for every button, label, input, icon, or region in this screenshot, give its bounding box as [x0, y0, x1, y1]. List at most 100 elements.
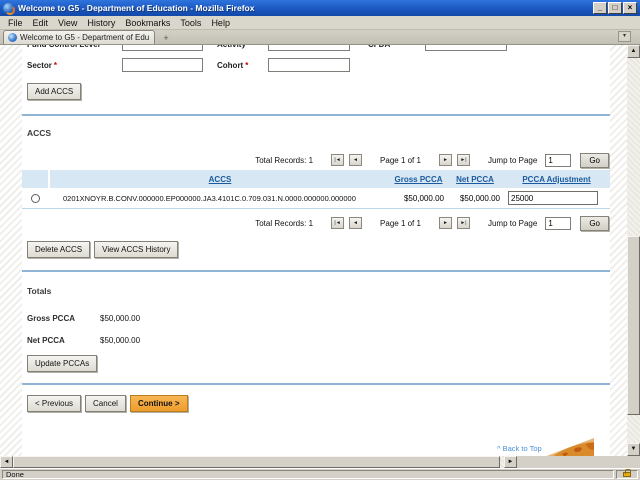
jump-to-page-input[interactable] — [545, 217, 571, 230]
page-viewport: Fund Control Level Activity CFDA Sector*… — [0, 45, 627, 456]
first-page-button[interactable]: |◄ — [331, 217, 344, 229]
scroll-up-icon[interactable]: ▲ — [627, 45, 640, 58]
gross-pcca-total-row: Gross PCCA $50,000.00 — [22, 314, 610, 323]
jump-to-page-label: Jump to Page — [488, 156, 537, 165]
activity-input[interactable] — [268, 45, 350, 51]
continue-button[interactable]: Continue > — [130, 395, 188, 412]
ed-swoosh-graphic — [544, 436, 594, 456]
horizontal-scrollbar-thumb[interactable] — [13, 456, 500, 468]
pcca-adjustment-sort-link[interactable]: PCCA Adjustment — [522, 175, 590, 184]
cfda-input[interactable] — [425, 45, 507, 51]
next-page-button[interactable]: ► — [439, 217, 452, 229]
net-pcca-total-label: Net PCCA — [27, 336, 100, 345]
page-status: Page 1 of 1 — [380, 156, 421, 165]
required-marker: * — [54, 61, 57, 70]
status-text: Done — [2, 470, 614, 479]
cancel-button[interactable]: Cancel — [85, 395, 126, 412]
scroll-right-icon[interactable]: ► — [504, 456, 517, 468]
pcca-adjustment-cell — [503, 191, 610, 205]
first-page-button[interactable]: |◄ — [331, 154, 344, 166]
row-select-radio[interactable] — [31, 194, 40, 203]
gross-pcca-total-label: Gross PCCA — [27, 314, 100, 323]
new-tab-button[interactable]: + — [158, 32, 174, 44]
minimize-button[interactable]: _ — [593, 2, 607, 14]
last-page-button[interactable]: ►| — [457, 154, 470, 166]
vertical-scrollbar[interactable]: ▲ ▼ — [627, 45, 640, 456]
net-pcca-value: $50,000.00 — [447, 194, 503, 203]
net-pcca-sort-link[interactable]: Net PCCA — [456, 175, 494, 184]
gross-pcca-sort-link[interactable]: Gross PCCA — [394, 175, 442, 184]
menu-bookmarks[interactable]: Bookmarks — [120, 18, 175, 28]
pcca-adjustment-input[interactable] — [508, 191, 598, 205]
gross-pcca-value: $50,000.00 — [390, 194, 447, 203]
scroll-left-icon[interactable]: ◄ — [0, 456, 13, 468]
accs-actions-row: Delete ACCS View ACCS History — [22, 241, 610, 258]
form-row-sector-cohort: Sector* Cohort* — [22, 57, 610, 73]
prev-page-button[interactable]: ◄ — [349, 217, 362, 229]
net-pcca-total-value: $50,000.00 — [100, 336, 140, 345]
menu-view[interactable]: View — [53, 18, 82, 28]
active-tab[interactable]: Welcome to G5 - Department of Edu... — [3, 30, 155, 44]
last-page-button[interactable]: ►| — [457, 217, 470, 229]
jump-to-page-input[interactable] — [545, 154, 571, 167]
add-accs-button[interactable]: Add ACCS — [27, 83, 81, 100]
prev-page-button[interactable]: ◄ — [349, 154, 362, 166]
total-records-label: Total Records: 1 — [255, 219, 313, 228]
previous-button[interactable]: < Previous — [27, 395, 81, 412]
gross-pcca-column-header: Gross PCCA — [390, 175, 447, 184]
right-margin-stripes — [610, 45, 627, 456]
restore-button[interactable]: □ — [608, 2, 622, 14]
jump-to-page-label: Jump to Page — [488, 219, 537, 228]
update-pccas-button[interactable]: Update PCCAs — [27, 355, 97, 372]
sector-input[interactable] — [122, 58, 203, 72]
scroll-down-icon[interactable]: ▼ — [627, 443, 640, 456]
required-marker: * — [245, 61, 248, 70]
close-button[interactable]: × — [623, 2, 637, 14]
menu-history[interactable]: History — [82, 18, 120, 28]
scrollbar-corner — [627, 456, 640, 468]
activity-label: Activity — [217, 45, 268, 49]
cohort-label: Cohort* — [217, 61, 268, 70]
cohort-input[interactable] — [268, 58, 350, 72]
update-pccas-row: Update PCCAs — [22, 355, 610, 372]
lock-icon — [623, 472, 631, 477]
menu-tools[interactable]: Tools — [175, 18, 206, 28]
list-all-tabs-button[interactable]: ▾ — [618, 31, 631, 42]
total-records-label: Total Records: 1 — [255, 156, 313, 165]
sector-label: Sector* — [27, 61, 122, 70]
view-accs-history-button[interactable]: View ACCS History — [94, 241, 178, 258]
delete-accs-button[interactable]: Delete ACCS — [27, 241, 90, 258]
add-accs-row: Add ACCS — [22, 83, 610, 100]
page-content: Fund Control Level Activity CFDA Sector*… — [22, 45, 610, 456]
go-button[interactable]: Go — [580, 153, 609, 168]
horizontal-scrollbar[interactable]: ◄ ► — [0, 456, 627, 468]
accs-code-value: 0201XNOYR.B.CONV.000000.EP000000.JA3.410… — [50, 194, 390, 203]
back-to-top-link[interactable]: ^ Back to Top — [497, 444, 542, 453]
section-divider — [22, 270, 610, 272]
cfda-label: CFDA — [368, 45, 425, 49]
fund-control-level-input[interactable] — [122, 45, 203, 51]
totals-heading: Totals — [22, 286, 610, 296]
left-margin-stripes — [0, 45, 22, 456]
menu-edit[interactable]: Edit — [28, 18, 54, 28]
radio-column-header — [22, 170, 50, 188]
go-button[interactable]: Go — [580, 216, 609, 231]
title-bar: Welcome to G5 - Department of Education … — [0, 0, 640, 16]
wizard-nav-row: < Previous Cancel Continue > — [22, 395, 610, 412]
pcca-adjustment-column-header: PCCA Adjustment — [503, 175, 610, 184]
menu-file[interactable]: File — [3, 18, 28, 28]
vertical-scrollbar-thumb[interactable] — [627, 236, 640, 415]
form-row-clipped: Fund Control Level Activity CFDA — [22, 45, 610, 52]
gross-pcca-total-value: $50,000.00 — [100, 314, 140, 323]
table-row: 0201XNOYR.B.CONV.000000.EP000000.JA3.410… — [22, 188, 610, 209]
menu-help[interactable]: Help — [206, 18, 235, 28]
net-pcca-column-header: Net PCCA — [447, 175, 503, 184]
accs-column-header: ACCS — [50, 175, 390, 184]
accs-sort-link[interactable]: ACCS — [209, 175, 232, 184]
net-pcca-total-row: Net PCCA $50,000.00 — [22, 336, 610, 345]
next-page-button[interactable]: ► — [439, 154, 452, 166]
pagination-top: Total Records: 1 |◄ ◄ Page 1 of 1 ► ►| J… — [22, 152, 610, 168]
page-status: Page 1 of 1 — [380, 219, 421, 228]
window-title: Welcome to G5 - Department of Education … — [18, 3, 592, 13]
menu-bar: File Edit View History Bookmarks Tools H… — [0, 16, 640, 30]
